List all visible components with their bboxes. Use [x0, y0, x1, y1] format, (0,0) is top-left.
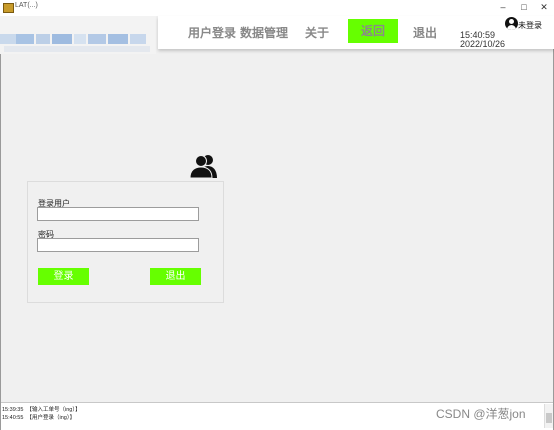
- login-button[interactable]: 登录: [38, 268, 89, 285]
- password-input[interactable]: [37, 238, 199, 252]
- title-bar: LAT(...) – □ ✕: [0, 0, 554, 16]
- nav-exit[interactable]: 退出: [413, 24, 437, 41]
- logo-area: [0, 16, 156, 54]
- log-scrollbar[interactable]: [544, 404, 553, 428]
- log-entry: 15:40:55 【用户登录（ing）】: [2, 413, 75, 421]
- nav-user-login[interactable]: 用户登录: [188, 24, 236, 41]
- close-button[interactable]: ✕: [537, 1, 551, 13]
- nav-about[interactable]: 关于: [305, 24, 329, 41]
- app-icon: [3, 3, 14, 13]
- window-title: LAT(...): [15, 2, 38, 9]
- back-button[interactable]: 返回: [348, 19, 398, 43]
- user-circle-icon[interactable]: [505, 17, 518, 30]
- users-group-icon: [189, 155, 217, 178]
- minimize-button[interactable]: –: [496, 1, 510, 13]
- log-entry: 15:39:35 【输入工单号（ing）】: [2, 405, 81, 413]
- log-message: 【用户登录（ing）】: [26, 415, 76, 421]
- login-status: 未登录: [518, 21, 542, 30]
- nav-data-management[interactable]: 数据管理: [240, 24, 288, 41]
- log-time: 15:40:55: [2, 415, 24, 421]
- username-input[interactable]: [37, 207, 199, 221]
- maximize-button[interactable]: □: [517, 1, 531, 13]
- exit-button[interactable]: 退出: [150, 268, 201, 285]
- watermark: CSDN @洋葱jon: [436, 407, 526, 421]
- clock-date: 2022/10/26: [460, 39, 506, 49]
